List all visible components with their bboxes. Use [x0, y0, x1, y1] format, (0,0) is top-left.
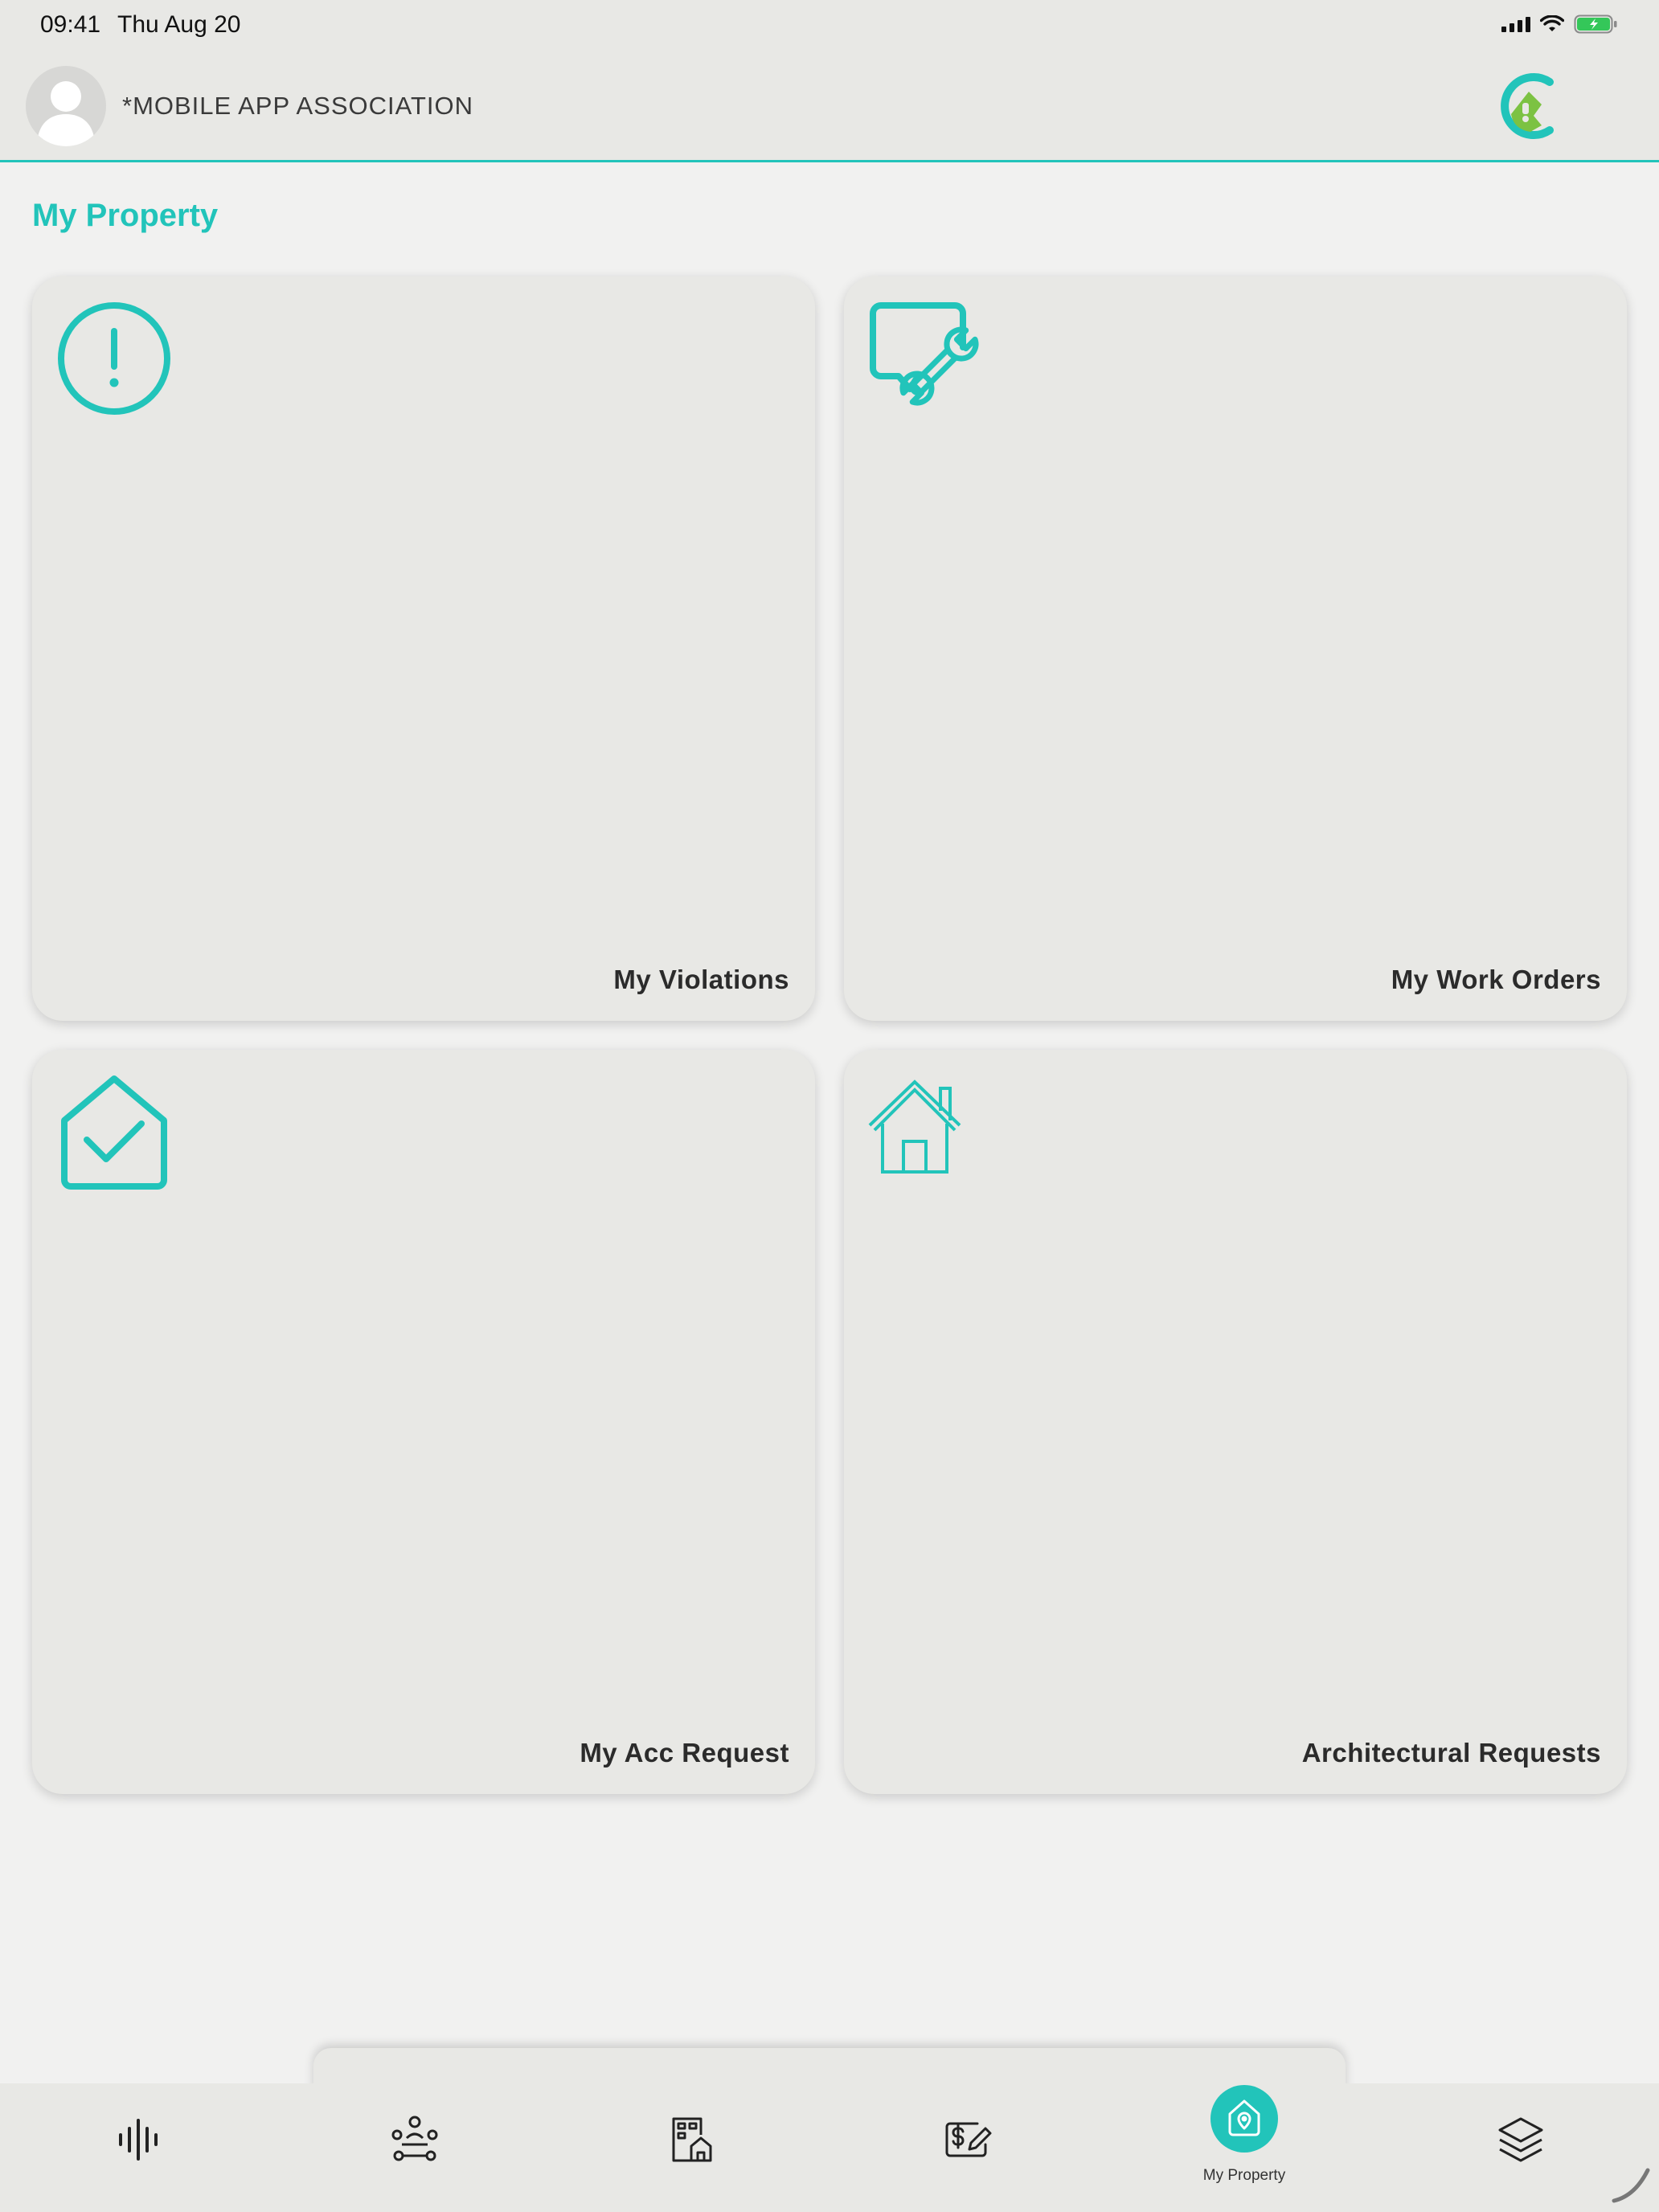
user-avatar-icon[interactable] [26, 66, 106, 146]
community-icon [391, 2116, 438, 2161]
status-icons [1501, 14, 1619, 34]
wrench-message-icon [868, 301, 984, 416]
house-check-icon [56, 1074, 172, 1190]
battery-charging-icon [1574, 14, 1617, 34]
nav-item-community[interactable] [334, 2083, 495, 2212]
layers-icon [1498, 2117, 1543, 2162]
building-home-icon [672, 2117, 712, 2162]
page-title: My Property [32, 198, 219, 233]
home-location-icon [1228, 2099, 1260, 2136]
app-screen: 09:41 Thu Aug 20 *MOBILE APP ASSOCIATION… [0, 0, 1659, 2212]
card-my-acc-request[interactable]: My Acc Request [32, 1050, 815, 1794]
card-label: Architectural Requests [1301, 1738, 1601, 1768]
nav-label: My Property [1202, 2167, 1286, 2184]
house-icon [868, 1074, 984, 1190]
wifi-icon [1540, 15, 1564, 31]
card-label: My Work Orders [1391, 965, 1601, 994]
card-my-work-orders[interactable]: My Work Orders [844, 276, 1627, 1021]
card-label: My Violations [613, 965, 789, 994]
bottom-nav: My Property [0, 2083, 1659, 2212]
cellular-signal-icon [1501, 16, 1530, 32]
alert-circle-icon [56, 301, 172, 416]
association-logo-icon [1492, 68, 1569, 145]
payment-edit-icon [945, 2122, 992, 2157]
status-bar: 09:41 Thu Aug 20 [0, 0, 1659, 51]
nav-item-my-property[interactable]: My Property [1164, 2083, 1325, 2212]
association-name[interactable]: *MOBILE APP ASSOCIATION [122, 92, 473, 121]
status-time: 09:41 [40, 11, 101, 38]
app-header: *MOBILE APP ASSOCIATION [0, 51, 1659, 162]
nav-item-payments[interactable] [887, 2083, 1048, 2212]
corner-resize-icon [1612, 2168, 1650, 2203]
nav-item-buildings[interactable] [611, 2083, 772, 2212]
card-label: My Acc Request [580, 1738, 789, 1768]
nav-item-more[interactable] [1440, 2083, 1601, 2212]
card-my-violations[interactable]: My Violations [32, 276, 815, 1021]
nav-item-activity[interactable] [58, 2083, 219, 2212]
status-date: Thu Aug 20 [117, 11, 241, 38]
activity-icon [119, 2119, 158, 2161]
card-architectural-requests[interactable]: Architectural Requests [844, 1050, 1627, 1794]
